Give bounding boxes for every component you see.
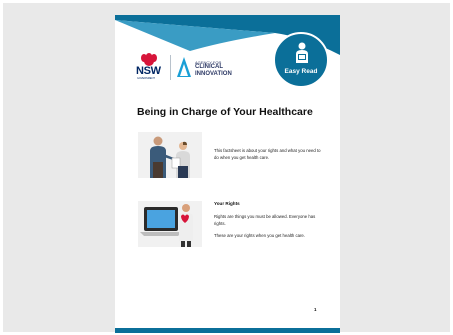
logo-divider xyxy=(170,55,171,80)
viewer-frame: Easy Read NSW GOVERNMENT AGENCY FOR CLIN… xyxy=(0,0,453,335)
easy-read-label: Easy Read xyxy=(284,68,318,75)
person-with-laptop-and-heart-illustration xyxy=(138,201,202,247)
nsw-government-text: GOVERNMENT xyxy=(137,77,155,80)
page-number: 1 xyxy=(314,307,317,312)
your-rights-heading: Your Rights xyxy=(214,201,240,206)
doctor-and-patient-illustration xyxy=(138,132,202,178)
logo-area: NSW GOVERNMENT AGENCY FOR CLINICAL INNOV… xyxy=(135,53,245,83)
aci-triangle-logo xyxy=(177,57,191,77)
intro-paragraph: This factsheet is about your rights and … xyxy=(214,148,321,160)
rights-paragraph-1: Rights are things you must be allowed. E… xyxy=(214,214,316,226)
easy-read-badge: Easy Read xyxy=(273,32,329,88)
document-page[interactable]: Easy Read NSW GOVERNMENT AGENCY FOR CLIN… xyxy=(115,15,340,333)
document-title: Being in Charge of Your Healthcare xyxy=(137,106,313,118)
footer-bar xyxy=(115,328,340,333)
aci-line-3: INNOVATION xyxy=(195,71,232,77)
aci-line-2: CLINICAL xyxy=(195,64,223,70)
person-reading-icon xyxy=(296,42,308,63)
rights-paragraph-2: These are your rights when you get healt… xyxy=(214,233,306,238)
nsw-wordmark: NSW xyxy=(136,65,161,77)
